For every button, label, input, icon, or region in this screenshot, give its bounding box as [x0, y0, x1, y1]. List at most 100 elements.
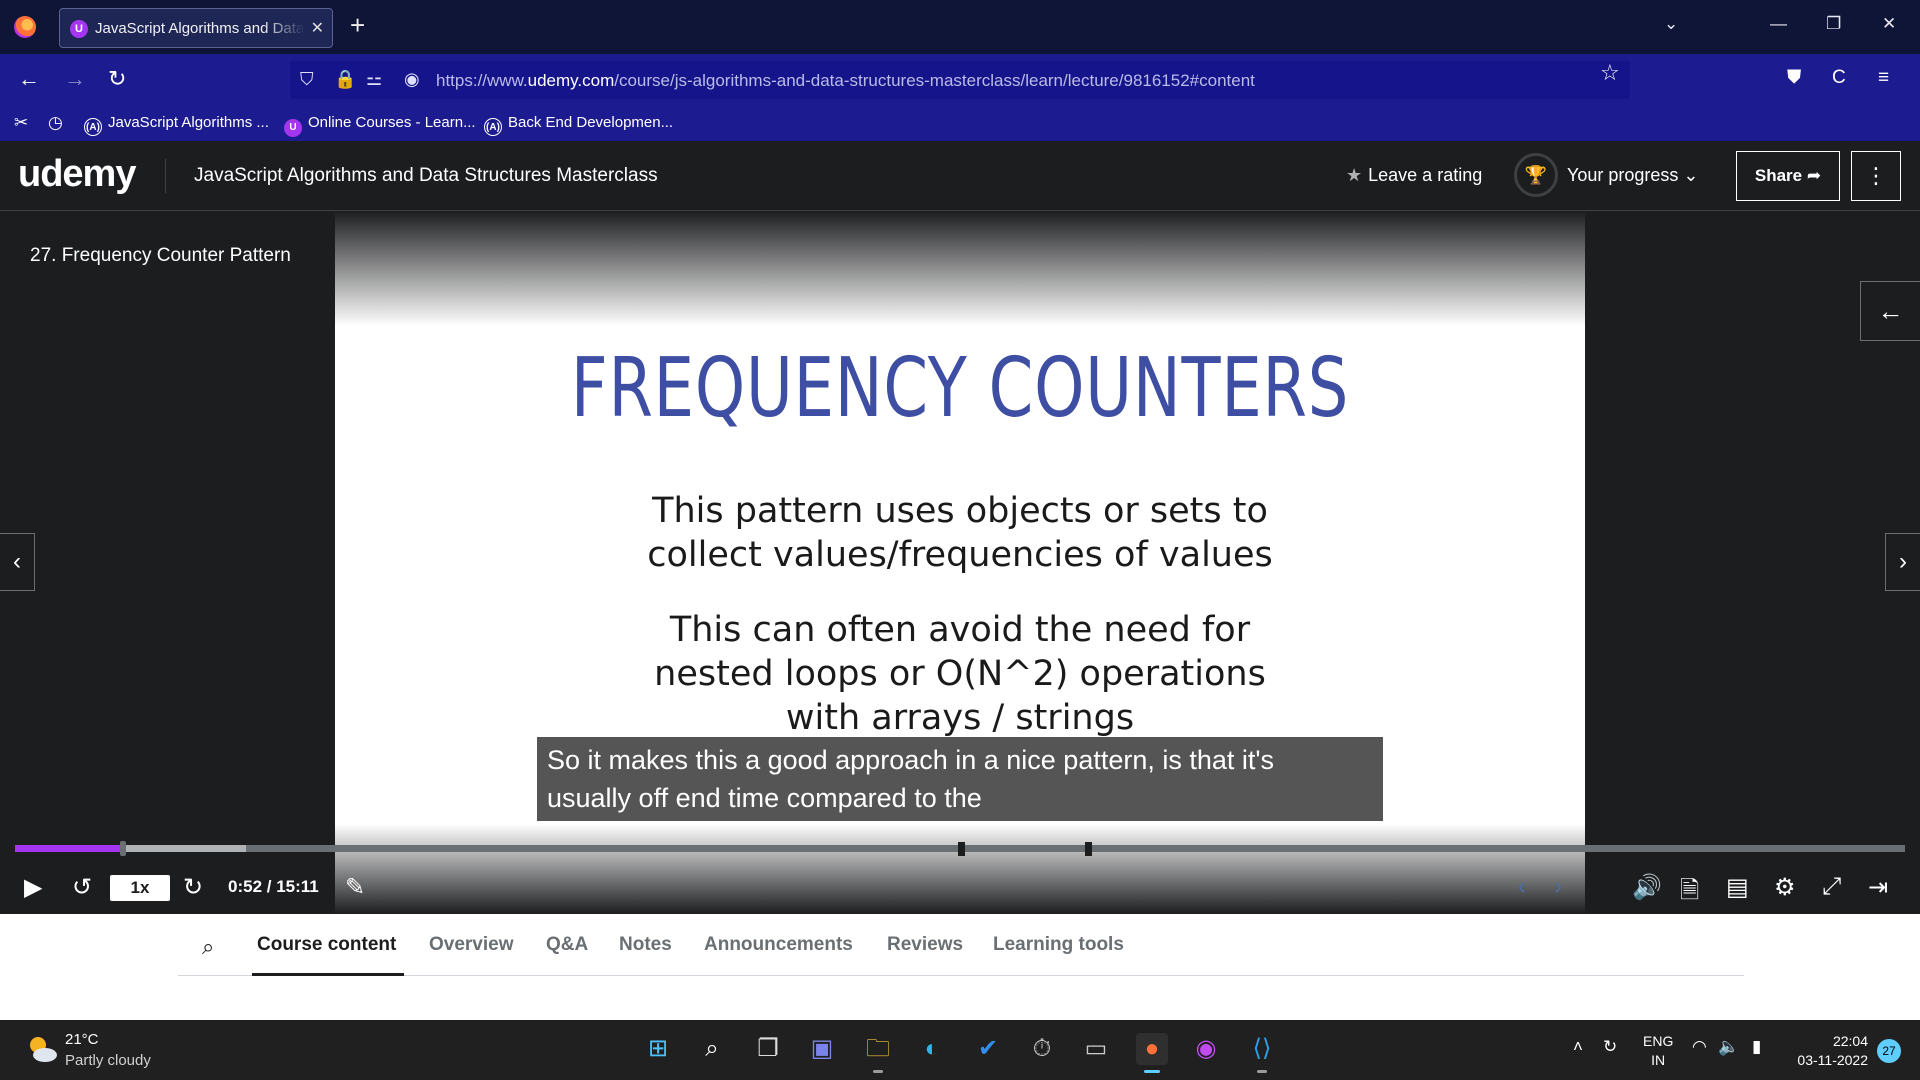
reload-icon[interactable]: ↻	[108, 66, 126, 92]
next-chapter-icon[interactable]: ›	[1554, 873, 1562, 901]
expand-theater-icon[interactable]: ⇥	[1868, 873, 1888, 902]
language-indicator[interactable]: ENG IN	[1643, 1032, 1673, 1070]
task-view-icon[interactable]: ❐	[752, 1033, 784, 1065]
next-lecture-button[interactable]: ›	[1885, 533, 1920, 591]
previous-chapter-icon[interactable]: ‹	[1518, 873, 1526, 901]
weather-description[interactable]: Partly cloudy	[65, 1052, 151, 1069]
windows-start-icon[interactable]: ⊞	[642, 1033, 674, 1065]
share-button[interactable]: Share ➦	[1736, 151, 1840, 201]
chevron-down-icon: ⌄	[1683, 165, 1699, 185]
close-window-button[interactable]: ✕	[1882, 14, 1896, 34]
slide-text-line: with arrays / strings	[785, 698, 1135, 738]
bookmark-star-icon[interactable]: ☆	[1600, 60, 1620, 86]
site-info-icon[interactable]: ◉	[404, 69, 420, 90]
clock-app-icon[interactable]: ⏱	[1026, 1033, 1058, 1065]
leave-rating-button[interactable]: ★ Leave a rating	[1346, 165, 1482, 186]
bookmark-item[interactable]: U Online Courses - Learn...	[284, 114, 476, 137]
firefox-taskbar-icon[interactable]: ●	[1136, 1033, 1168, 1073]
vscode-icon[interactable]: ⟨⟩	[1246, 1033, 1278, 1073]
sync-icon[interactable]: ↻	[1603, 1037, 1617, 1057]
file-explorer-icon[interactable]: 🗀	[862, 1033, 894, 1073]
tab-announcements[interactable]: Announcements	[704, 934, 853, 956]
previous-lecture-button[interactable]: ‹	[0, 533, 35, 591]
captions-icon[interactable]: ▤	[1726, 873, 1749, 902]
browser-nav-bar: ← → ↻ ⛉ 🔒 ⚍ ◉ https://www.udemy.com/cour…	[0, 54, 1920, 106]
bookmark-marker[interactable]	[1085, 842, 1092, 856]
bookmark-marker[interactable]	[958, 842, 965, 856]
history-icon[interactable]: ◷	[48, 113, 63, 133]
edge-icon[interactable]: ◐	[916, 1033, 948, 1065]
show-sidebar-arrow-icon[interactable]: ←	[1860, 281, 1920, 341]
search-icon[interactable]: ⌕	[696, 1033, 728, 1065]
firefox-icon[interactable]	[14, 16, 36, 38]
todo-icon[interactable]: ✔	[972, 1033, 1004, 1065]
chevron-up-icon[interactable]: ˄	[1573, 1037, 1583, 1057]
pocket-icon[interactable]: ⛊	[1787, 67, 1801, 89]
address-bar[interactable]: ⛉ 🔒 ⚍ ◉ https://www.udemy.com/course/js-…	[290, 61, 1630, 99]
tab-notes[interactable]: Notes	[619, 934, 672, 956]
trophy-icon[interactable]: 🏆	[1514, 153, 1558, 197]
video-top-gradient	[335, 211, 1585, 326]
forward-arrow-icon[interactable]: →	[64, 66, 86, 92]
volume-icon[interactable]: 🔈	[1718, 1037, 1739, 1057]
browser-tab-bar: U JavaScript Algorithms and Data Structu…	[0, 0, 1920, 54]
notification-badge[interactable]: 27	[1877, 1039, 1901, 1063]
course-tabs-area: ⌕ Course content Overview Q&A Notes Anno…	[0, 914, 1920, 1020]
volume-icon[interactable]: 🔊	[1632, 873, 1662, 902]
battery-icon[interactable]: ▮	[1752, 1037, 1761, 1057]
add-note-icon[interactable]: ✎	[345, 873, 365, 902]
tab-course-content[interactable]: Course content	[257, 934, 396, 956]
tab-reviews[interactable]: Reviews	[887, 934, 963, 956]
wifi-icon[interactable]: ◠	[1692, 1037, 1707, 1057]
browser-tab-active[interactable]: U JavaScript Algorithms and Data Structu…	[59, 8, 333, 48]
restore-window-button[interactable]: ❐	[1826, 14, 1841, 34]
menu-icon[interactable]: ≡	[1878, 67, 1889, 89]
course-title[interactable]: JavaScript Algorithms and Data Structure…	[194, 165, 658, 187]
private-browsing-icon[interactable]: ◉	[1190, 1033, 1222, 1065]
caption-line: usually off end time compared to the	[547, 783, 982, 813]
bookmark-item[interactable]: (A) JavaScript Algorithms ...	[84, 114, 269, 136]
permissions-icon[interactable]: ⚍	[366, 69, 382, 90]
caption-line: So it makes this a good approach in a ni…	[547, 745, 1275, 775]
video-player[interactable]: 27. Frequency Counter Pattern FREQUENCY …	[0, 211, 1920, 914]
bookmark-item[interactable]: (A) Back End Developmen...	[484, 114, 673, 136]
more-options-button[interactable]: ⋮	[1851, 151, 1901, 201]
teams-chat-icon[interactable]: ▣	[806, 1033, 838, 1065]
close-tab-icon[interactable]: ✕	[311, 18, 324, 38]
lock-icon[interactable]: 🔒	[334, 69, 356, 90]
udemy-logo[interactable]: udemy	[18, 153, 136, 196]
bookmarks-bar: ✂ ◷ (A) JavaScript Algorithms ... U Online…	[0, 106, 1920, 141]
time-display: 0:52 / 15:11	[228, 877, 319, 896]
tab-qa[interactable]: Q&A	[546, 934, 588, 956]
your-progress-button[interactable]: Your progress ⌄	[1567, 165, 1699, 186]
play-icon[interactable]: ▶	[24, 873, 42, 902]
back-arrow-icon[interactable]: ←	[18, 66, 40, 92]
slide-text-line: This can often avoid the need for	[669, 610, 1251, 650]
system-clock[interactable]: 22:04 03-11-2022	[1790, 1032, 1868, 1070]
lecture-title: 27. Frequency Counter Pattern	[30, 245, 291, 266]
rewind-5s-icon[interactable]: ↺	[72, 873, 92, 902]
playback-speed-button[interactable]: 1x	[110, 875, 170, 901]
tab-overview[interactable]: Overview	[429, 934, 514, 956]
url-text[interactable]: https://www.udemy.com/course/js-algorith…	[436, 71, 1255, 91]
terminal-icon[interactable]: ▭	[1080, 1033, 1112, 1065]
settings-gear-icon[interactable]: ⚙	[1774, 873, 1796, 902]
transcript-icon[interactable]: 🗎	[1680, 873, 1699, 914]
video-frame[interactable]: FREQUENCY COUNTERS This pattern uses obj…	[335, 211, 1585, 914]
minimize-window-button[interactable]: —	[1770, 14, 1787, 34]
fullscreen-icon[interactable]: ⤢	[1822, 873, 1841, 901]
bookmark-favicon-icon: (A)	[484, 118, 502, 136]
seek-handle[interactable]	[119, 841, 126, 856]
tracking-shield-icon[interactable]: ⛉	[300, 69, 314, 90]
forward-5s-icon[interactable]: ↻	[183, 873, 203, 902]
windows-taskbar: 21°C Partly cloudy ⊞ ⌕ ❐ ▣ 🗀 ◐ ✔ ⏱ ▭ ● ◉…	[0, 1020, 1920, 1080]
partly-cloudy-icon[interactable]	[25, 1032, 59, 1066]
weather-temperature[interactable]: 21°C	[65, 1031, 99, 1048]
search-icon[interactable]: ⌕	[202, 934, 214, 960]
extension-icon[interactable]: C	[1832, 67, 1846, 89]
new-tab-button[interactable]: +	[350, 11, 365, 39]
tab-learning-tools[interactable]: Learning tools	[993, 934, 1124, 956]
udemy-favicon-icon: U	[70, 20, 88, 38]
screenshot-icon[interactable]: ✂	[14, 113, 28, 133]
list-all-tabs-icon[interactable]: ⌄	[1664, 14, 1678, 34]
